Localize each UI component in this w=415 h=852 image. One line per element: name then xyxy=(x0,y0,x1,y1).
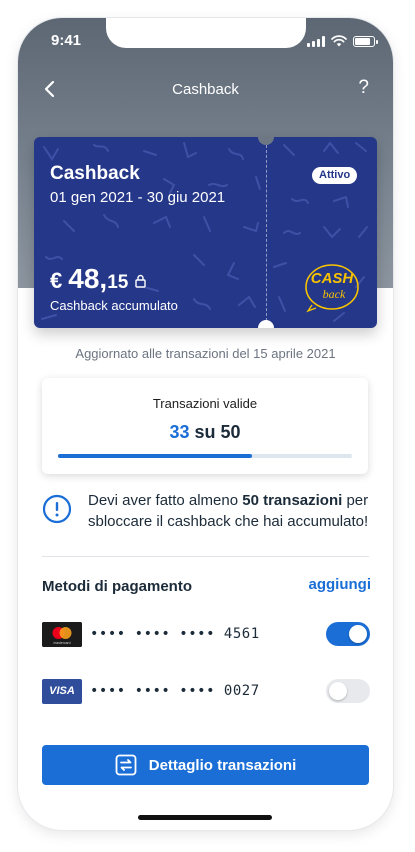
page-title: Cashback xyxy=(172,81,239,98)
card-number: •••• •••• •••• 0027 xyxy=(90,683,260,699)
transactions-separator: su xyxy=(194,422,216,442)
transfer-icon xyxy=(115,754,137,776)
card-perforation xyxy=(266,145,267,321)
payment-method-row: VISA •••• •••• •••• 0027 xyxy=(42,679,370,705)
battery-icon xyxy=(353,35,378,47)
mastercard-wordmark: mastercard xyxy=(54,641,71,645)
transactions-total: 50 xyxy=(220,422,241,442)
logo-cash-text: CASH xyxy=(311,270,355,287)
help-icon[interactable]: ? xyxy=(358,77,369,99)
transactions-label: Transazioni valide xyxy=(152,396,258,411)
wifi-icon xyxy=(331,35,347,47)
payment-methods-title: Metodi di pagamento xyxy=(42,578,192,595)
info-text: Devi aver fatto almeno 50 transazioni pe… xyxy=(88,492,369,530)
mastercard-icon: mastercard xyxy=(42,622,82,647)
exclamation-icon xyxy=(42,494,72,524)
payment-method-row: mastercard •••• •••• •••• 4561 xyxy=(42,622,370,648)
divider xyxy=(42,556,369,557)
amount-integer: 48, xyxy=(68,263,108,294)
amount-currency: € xyxy=(50,268,63,293)
card-number: •••• •••• •••• 4561 xyxy=(90,626,260,642)
status-badge: Attivo xyxy=(312,167,358,184)
visa-icon: VISA xyxy=(42,679,82,704)
progress-fill xyxy=(58,454,253,458)
transactions-box: Transazioni valide 33 su 50 xyxy=(42,378,368,474)
payment-method-toggle[interactable] xyxy=(326,622,370,646)
update-note: Aggiornato alle transazioni del 15 april… xyxy=(75,346,336,361)
payment-method-toggle[interactable] xyxy=(326,679,370,703)
card-period: 01 gen 2021 - 30 giu 2021 xyxy=(50,189,226,206)
card-title: Cashback xyxy=(50,163,140,184)
transactions-count: 33 su 50 xyxy=(42,422,368,443)
home-indicator xyxy=(138,815,272,820)
amount-label: Cashback accumulato xyxy=(50,298,178,313)
list-fade xyxy=(18,708,393,738)
amount-decimal: 15 xyxy=(107,272,129,293)
transaction-details-label: Dettaglio transazioni xyxy=(148,756,297,774)
cashback-logo: CASH back xyxy=(305,264,359,313)
notch xyxy=(106,18,306,48)
logo-back-text: back xyxy=(323,287,346,301)
transactions-current: 33 xyxy=(169,422,190,442)
navbar: Cashback ? xyxy=(18,74,393,104)
add-payment-method-link[interactable]: aggiungi xyxy=(309,576,372,593)
status-time: 9:41 xyxy=(51,32,82,49)
phone-screen: 9:41 Cashback ? Cashback 01 gen 2021 - 3… xyxy=(18,18,393,830)
transaction-details-button[interactable]: Dettaglio transazioni xyxy=(42,745,369,785)
signal-icon xyxy=(307,35,325,47)
status-icons xyxy=(307,35,378,47)
cashback-amount: € 48, 15 xyxy=(50,263,147,295)
lock-icon xyxy=(135,274,147,288)
cashback-card: Cashback 01 gen 2021 - 30 giu 2021 Attiv… xyxy=(34,137,377,328)
progress-track xyxy=(58,454,352,458)
